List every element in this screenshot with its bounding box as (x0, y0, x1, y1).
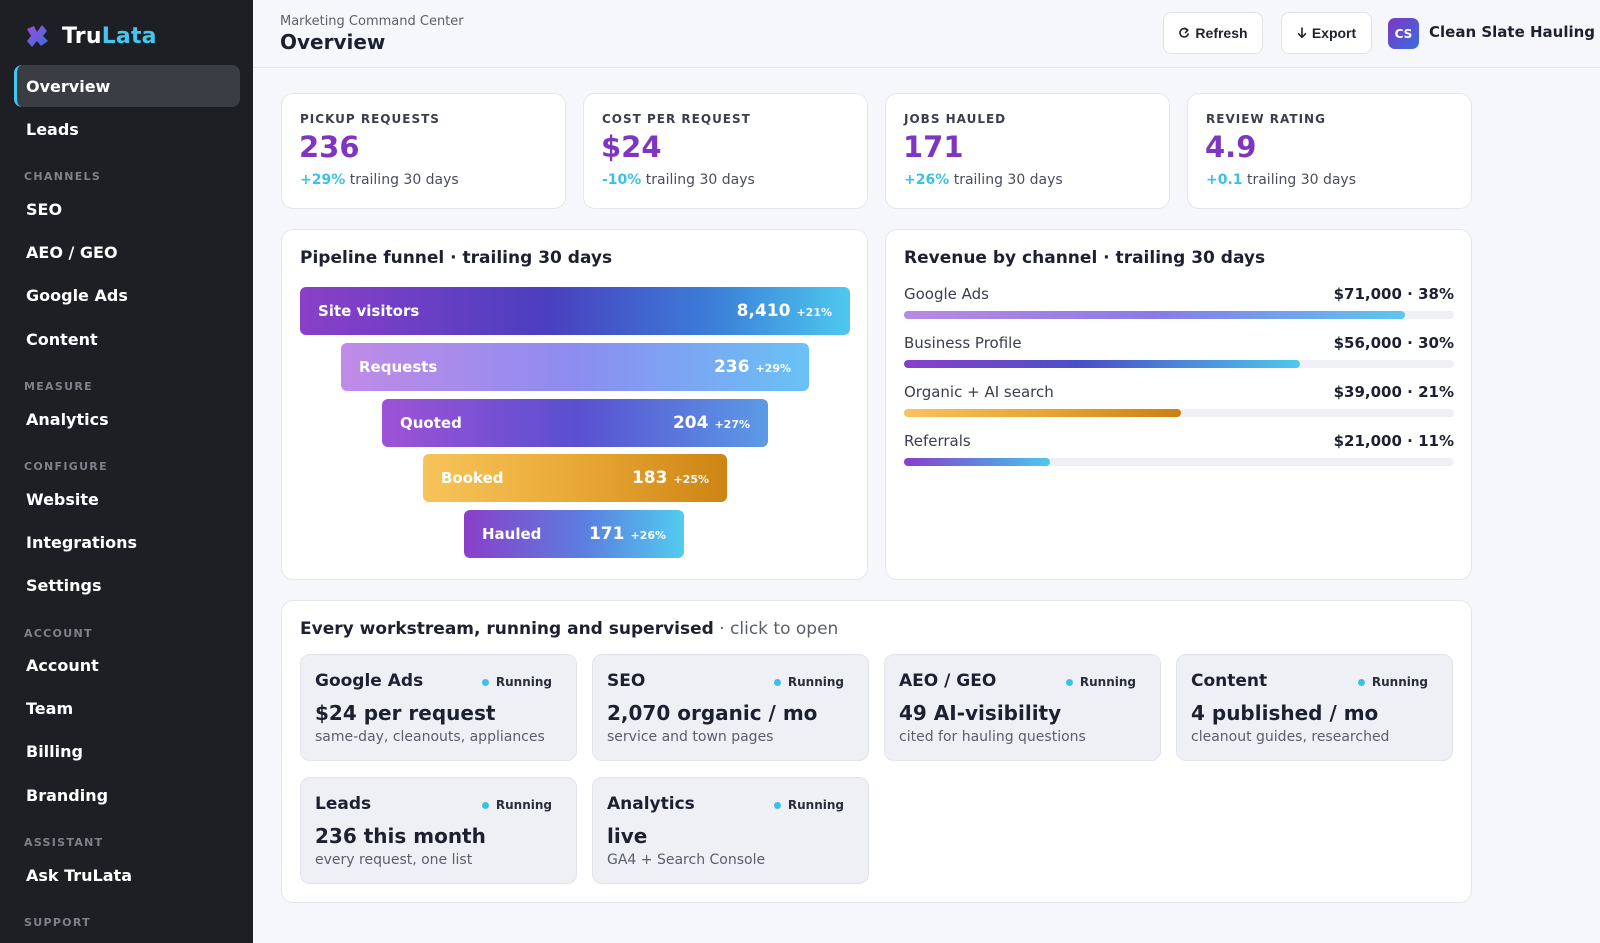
funnel-title: Pipeline funnel · trailing 30 days (300, 248, 613, 268)
kpi-value: 236 (299, 130, 360, 164)
sidebar-item-aeo-geo[interactable]: AEO / GEO (14, 231, 240, 273)
kpi-label: COST PER REQUEST (602, 112, 751, 126)
kpi-delta: +26% trailing 30 days (904, 172, 1063, 188)
funnel-stage-booked[interactable]: Booked 183 +25% (423, 454, 727, 502)
status-dot-icon (481, 801, 489, 809)
revenue-bar-track (904, 409, 1454, 417)
workstreams-title: Every workstream, running and supervised… (300, 619, 839, 639)
revenue-bar-fill (904, 409, 1181, 417)
sidebar-item-overview[interactable]: Overview (14, 65, 240, 107)
kpi-delta: -10% trailing 30 days (602, 172, 755, 188)
kpi-delta: +29% trailing 30 days (300, 172, 459, 188)
funnel-stage-quoted[interactable]: Quoted 204 +27% (382, 399, 768, 447)
workstream-tile-analytics[interactable]: Analytics Running live GA4 + Search Cons… (592, 777, 869, 884)
workstreams-card: Every workstream, running and supervised… (281, 600, 1472, 903)
workstream-tile-google-ads[interactable]: Google Ads Running $24 per request same-… (300, 654, 577, 761)
pipeline-funnel-card: Pipeline funnel · trailing 30 days Site … (281, 229, 868, 580)
status-badge: Running (481, 675, 552, 689)
sidebar-item-leads[interactable]: Leads (14, 108, 240, 150)
status-badge: Running (481, 798, 552, 812)
breadcrumb: Marketing Command Center (280, 14, 464, 29)
status-dot-icon (481, 678, 489, 686)
status-badge: Running (1065, 675, 1136, 689)
nav-section-assistant: ASSISTANT (24, 836, 104, 849)
funnel-stage-requests[interactable]: Requests 236 +29% (341, 343, 809, 391)
workstream-tile-aeo-geo[interactable]: AEO / GEO Running 49 AI-visibility cited… (884, 654, 1161, 761)
kpi-label: REVIEW RATING (1206, 112, 1326, 126)
sidebar-item-content[interactable]: Content (14, 318, 240, 360)
funnel-stage-hauled[interactable]: Hauled 171 +26% (464, 510, 684, 558)
nav-section-support: SUPPORT (24, 916, 91, 929)
kpi-delta: +0.1 trailing 30 days (1206, 172, 1356, 188)
sidebar-item-analytics[interactable]: Analytics (14, 398, 240, 440)
status-badge: Running (773, 798, 844, 812)
brand[interactable]: TruLata (0, 0, 253, 72)
funnel-stage-site-visitors[interactable]: Site visitors 8,410 +21% (300, 287, 850, 335)
sidebar-item-google-ads[interactable]: Google Ads (14, 274, 240, 316)
refresh-icon (1179, 27, 1190, 38)
nav-section-measure: MEASURE (24, 380, 93, 393)
sidebar-item-billing[interactable]: Billing (14, 730, 240, 772)
sidebar-item-ask-trulata[interactable]: Ask TruLata (14, 854, 240, 896)
sidebar-item-settings[interactable]: Settings (14, 564, 240, 606)
kpi-card-jobs-hauled: JOBS HAULED 171 +26% trailing 30 days (885, 93, 1170, 209)
revenue-bar-fill (904, 360, 1300, 368)
nav-section-account: ACCOUNT (24, 627, 93, 640)
nav-section-configure: CONFIGURE (24, 460, 108, 473)
workstream-tile-seo[interactable]: SEO Running 2,070 organic / mo service a… (592, 654, 869, 761)
kpi-card-cost-per-request: COST PER REQUEST $24 -10% trailing 30 da… (583, 93, 868, 209)
workstream-tile-leads[interactable]: Leads Running 236 this month every reque… (300, 777, 577, 884)
revenue-bar-track (904, 458, 1454, 466)
refresh-button[interactable]: Refresh (1163, 12, 1263, 54)
revenue-bar-track (904, 360, 1454, 368)
workstream-tile-content[interactable]: Content Running 4 published / mo cleanou… (1176, 654, 1453, 761)
revenue-by-channel-card: Revenue by channel · trailing 30 days Go… (885, 229, 1472, 580)
revenue-title: Revenue by channel · trailing 30 days (904, 248, 1266, 268)
status-badge: Running (773, 675, 844, 689)
kpi-card-pickup-requests: PICKUP REQUESTS 236 +29% trailing 30 day… (281, 93, 566, 209)
nav-section-channels: CHANNELS (24, 170, 102, 183)
sidebar: TruLata Overview Leads CHANNELS SEO AEO … (0, 0, 253, 943)
kpi-card-review-rating: REVIEW RATING 4.9 +0.1 trailing 30 days (1187, 93, 1472, 209)
status-dot-icon (1065, 678, 1073, 686)
export-button[interactable]: Export (1281, 12, 1372, 54)
kpi-value: 171 (903, 130, 964, 164)
sidebar-item-team[interactable]: Team (14, 687, 240, 729)
revenue-bar-fill (904, 458, 1050, 466)
status-dot-icon (773, 678, 781, 686)
sidebar-item-website[interactable]: Website (14, 478, 240, 520)
kpi-label: PICKUP REQUESTS (300, 112, 440, 126)
brand-logo-icon (27, 25, 48, 47)
kpi-value: $24 (601, 130, 662, 164)
kpi-value: 4.9 (1205, 130, 1257, 164)
brand-name: TruLata (62, 23, 157, 49)
sidebar-item-seo[interactable]: SEO (14, 188, 240, 230)
status-dot-icon (773, 801, 781, 809)
page-title: Overview (280, 30, 386, 54)
sidebar-item-integrations[interactable]: Integrations (14, 521, 240, 563)
status-dot-icon (1357, 678, 1365, 686)
sidebar-item-branding[interactable]: Branding (14, 774, 240, 816)
account-name[interactable]: Clean Slate Hauling (1429, 23, 1595, 41)
avatar[interactable]: CS (1388, 18, 1419, 49)
revenue-bar-track (904, 311, 1454, 319)
download-arrow-icon (1297, 27, 1307, 39)
revenue-bar-fill (904, 311, 1405, 319)
kpi-label: JOBS HAULED (904, 112, 1007, 126)
status-badge: Running (1357, 675, 1428, 689)
sidebar-item-account[interactable]: Account (14, 644, 240, 686)
